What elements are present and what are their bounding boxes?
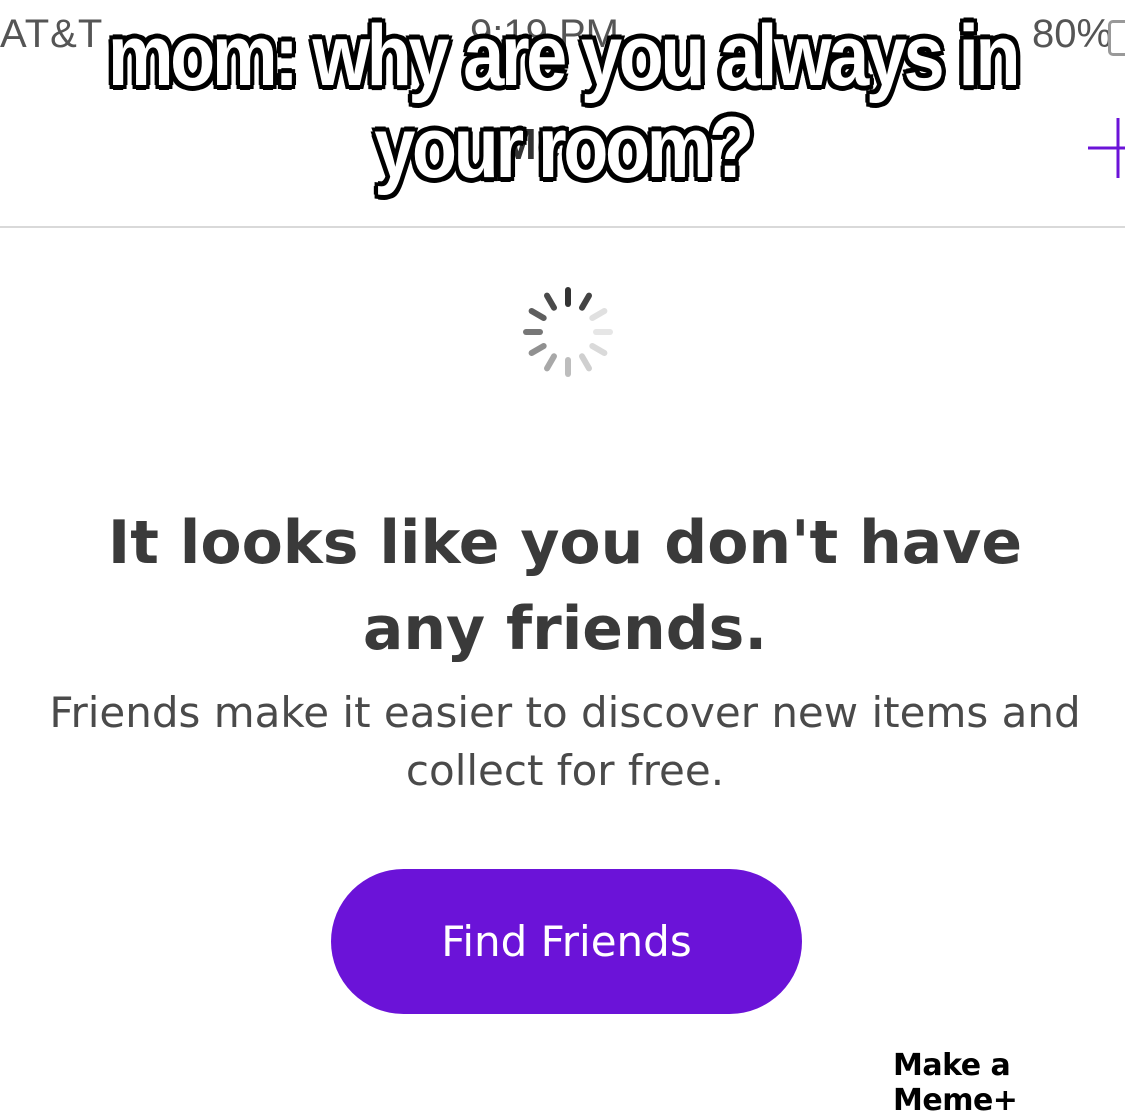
empty-state-headline: It looks like you don't have any friends… bbox=[60, 500, 1070, 672]
plus-icon[interactable] bbox=[1088, 118, 1125, 178]
battery-percent: 80% bbox=[1032, 12, 1113, 56]
subtext-line-1: Friends make it easier to discover new i… bbox=[49, 688, 1081, 737]
headline-line-2: any friends. bbox=[362, 594, 768, 664]
carrier-label: AT&T bbox=[0, 12, 104, 56]
spinner-icon bbox=[523, 287, 613, 377]
battery-icon bbox=[1108, 20, 1125, 56]
meme-caption: mom: why are you always in your room? bbox=[107, 8, 1021, 196]
subtext-line-2: collect for free. bbox=[405, 746, 725, 795]
find-friends-button[interactable]: Find Friends bbox=[331, 869, 802, 1014]
empty-state-subtext: Friends make it easier to discover new i… bbox=[30, 684, 1100, 800]
headline-line-1: It looks like you don't have bbox=[107, 508, 1023, 578]
meme-watermark: Make a Meme+ bbox=[893, 1048, 1018, 1118]
